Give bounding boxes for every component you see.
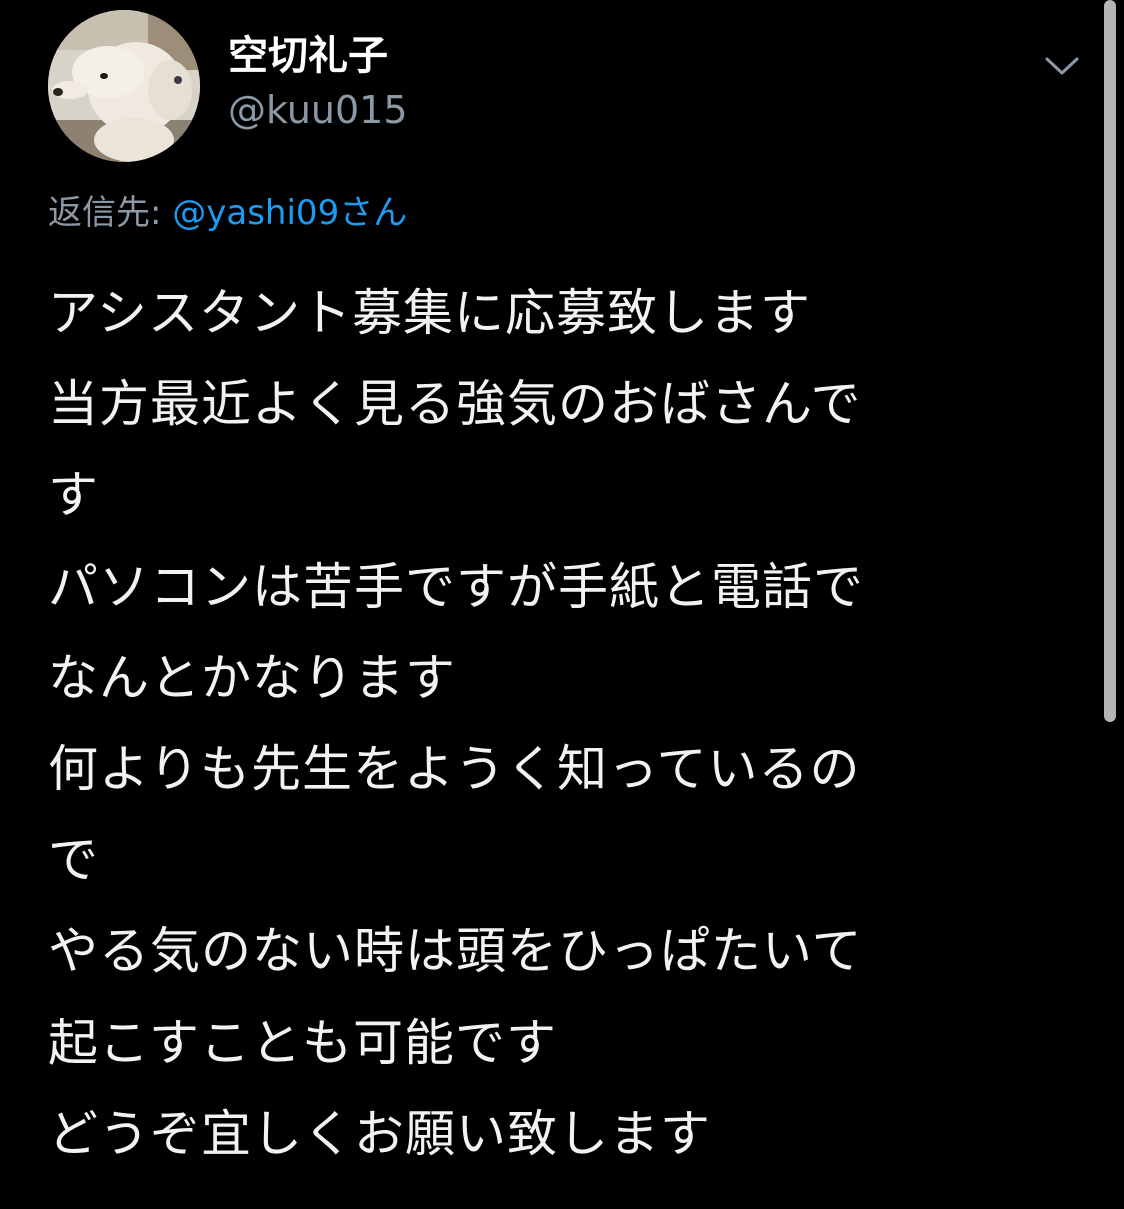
username[interactable]: @kuu015	[228, 86, 408, 134]
tweet: 空切礼子 @kuu015 返信先: @yashi09さん アシスタント募集に応募…	[0, 0, 1124, 1209]
scrollbar[interactable]	[1104, 0, 1116, 722]
tweet-line: で	[48, 831, 99, 890]
poodle-avatar-image	[48, 10, 200, 162]
tweet-line: 起こすことも可能です	[48, 1013, 557, 1072]
tweet-line: 当方最近よく見る強気のおばさんで	[48, 375, 862, 434]
tweet-line: やる気のない時は頭をひっぱたいて	[48, 922, 863, 981]
tweet-text: アシスタント募集に応募致します 当方最近よく見る強気のおばさんで す パソコンは…	[48, 268, 1078, 1180]
avatar[interactable]	[48, 10, 200, 162]
reply-prefix: 返信先:	[48, 193, 173, 233]
tweet-line: アシスタント募集に応募致します	[48, 284, 811, 342]
reply-handle-link[interactable]: @yashi09さん	[172, 193, 407, 233]
tweet-line: どうぞ宜しくお願い致します	[48, 1104, 711, 1163]
tweet-line: 何よりも先生をようく知っているの	[48, 739, 861, 798]
tweet-line: パソコンは苦手ですが手紙と電話で	[48, 557, 864, 616]
tweet-line: なんとかなります	[48, 648, 456, 707]
display-name[interactable]: 空切礼子	[228, 32, 388, 80]
reply-context: 返信先: @yashi09さん	[48, 188, 407, 238]
more-options-button[interactable]	[1036, 44, 1088, 88]
chevron-down-icon	[1045, 57, 1079, 75]
tweet-line: す	[48, 466, 99, 525]
